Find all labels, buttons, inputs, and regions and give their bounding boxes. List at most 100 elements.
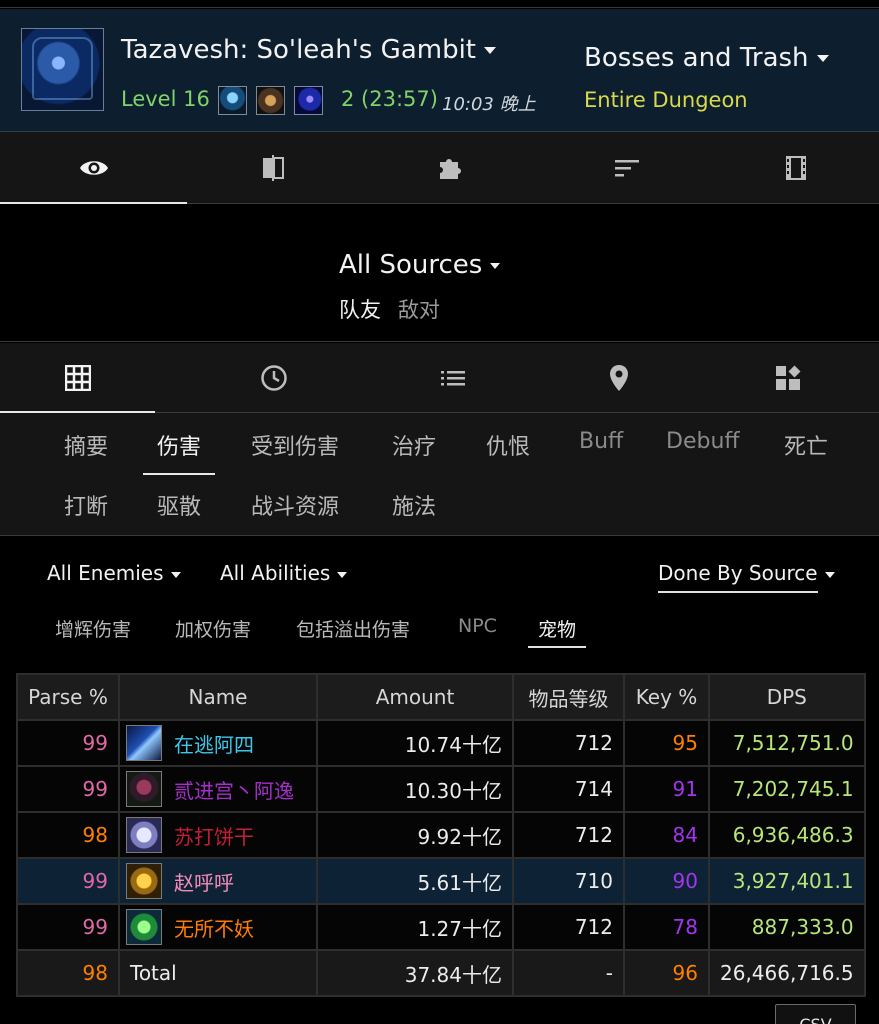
total-row: 98 Total 37.84十亿 - 96 26,466,716.5 [16, 949, 866, 997]
caret-down-icon [490, 262, 501, 269]
player-cell[interactable]: 赵呼呼 [118, 857, 318, 905]
key-value: 95 [623, 719, 710, 767]
dps-value: 26,466,716.5 [708, 949, 866, 997]
table-header-row: Parse % Name Amount 物品等级 Key % DPS [16, 673, 866, 721]
col-name[interactable]: Name [118, 673, 318, 721]
player-cell[interactable]: 在逃阿四 [118, 719, 318, 767]
list-icon [441, 371, 465, 386]
table-row[interactable]: 99 无所不妖 1.27十亿 712 78 887,333.0 [16, 903, 866, 951]
fight-dropdown[interactable]: Bosses and Trash [584, 43, 829, 73]
player-cell[interactable]: 贰进宫丶阿逸 [118, 765, 318, 813]
tab-damage-done[interactable]: 伤害 [142, 429, 216, 475]
parse-value: 99 [16, 765, 120, 813]
class-icon [126, 725, 162, 761]
key-level: Level 16 [121, 87, 210, 111]
top-border [0, 0, 879, 8]
player-name[interactable]: 赵呼呼 [174, 867, 234, 896]
enemies-dropdown[interactable]: All Enemies [47, 561, 181, 585]
tab-resources[interactable]: 战斗资源 [251, 489, 339, 521]
tab-compare[interactable] [187, 132, 359, 204]
table-row[interactable]: 99 贰进宫丶阿逸 10.30十亿 714 91 7,202,745.1 [16, 765, 866, 813]
parse-value: 98 [16, 949, 120, 997]
caret-down-icon [337, 571, 348, 578]
class-icon [126, 909, 162, 945]
player-cell[interactable]: 无所不妖 [118, 903, 318, 951]
abilities-dropdown[interactable]: All Abilities [220, 561, 348, 585]
filter-amplified-damage[interactable]: 增辉伤害 [55, 615, 131, 642]
affix-icon[interactable] [218, 86, 247, 115]
class-icon [126, 771, 162, 807]
player-name[interactable]: 在逃阿四 [174, 729, 254, 758]
col-key[interactable]: Key % [623, 673, 710, 721]
col-amount[interactable]: Amount [316, 673, 514, 721]
report-header: Tazavesh: So'leah's Gambit Level 16 2 (2… [0, 9, 879, 132]
tab-summary[interactable]: 摘要 [64, 429, 108, 461]
tab-healing[interactable]: 治疗 [392, 429, 436, 461]
tab-puzzle[interactable] [359, 132, 541, 204]
tab-buffs[interactable]: Buff [579, 429, 623, 454]
sources-label: All Sources [339, 250, 483, 280]
col-item-level[interactable]: 物品等级 [512, 673, 625, 721]
tab-threat[interactable]: 仇恨 [486, 429, 530, 461]
tab-casts[interactable]: 施法 [392, 489, 436, 521]
damage-table: Parse % Name Amount 物品等级 Key % DPS 99 在逃… [16, 673, 866, 997]
col-dps[interactable]: DPS [708, 673, 866, 721]
tab-view[interactable] [0, 132, 187, 205]
run-info: 2 (23:57) [341, 87, 438, 111]
dungeon-title-dropdown[interactable]: Tazavesh: So'leah's Gambit [121, 35, 496, 65]
player-name[interactable]: 无所不妖 [174, 913, 254, 942]
caret-down-icon [170, 571, 181, 578]
tab-replay[interactable] [513, 343, 725, 413]
amount-value: 1.27十亿 [316, 903, 514, 951]
parse-value: 99 [16, 903, 120, 951]
tab-dispels[interactable]: 驱散 [157, 489, 201, 521]
tab-sort[interactable] [541, 132, 713, 204]
report-type-tabs: 摘要 伤害 受到伤害 治疗 仇恨 Buff Debuff 死亡 打断 驱散 战斗… [0, 413, 879, 536]
col-parse[interactable]: Parse % [16, 673, 120, 721]
key-value: 91 [623, 765, 710, 813]
filter-include-overkill[interactable]: 包括溢出伤害 [296, 615, 410, 642]
dps-value: 7,202,745.1 [708, 765, 866, 813]
tab-damage-taken[interactable]: 受到伤害 [251, 429, 339, 461]
mode-dropdown[interactable]: Done By Source [658, 561, 835, 593]
sort-icon [615, 160, 639, 177]
tab-dashboard[interactable] [725, 343, 851, 413]
player-name[interactable]: 贰进宫丶阿逸 [174, 775, 294, 804]
parse-value: 99 [16, 719, 120, 767]
filter-pets[interactable]: 宠物 [527, 615, 587, 648]
caret-down-icon [484, 47, 496, 54]
filter-npc[interactable]: NPC [458, 615, 497, 637]
view-tab-bar [0, 132, 879, 205]
caret-down-icon [824, 571, 835, 578]
item-level-value: 710 [512, 857, 625, 905]
sources-dropdown[interactable]: All Sources [339, 250, 501, 280]
tab-timeline[interactable] [155, 343, 393, 413]
amount-value: 10.30十亿 [316, 765, 514, 813]
abilities-label: All Abilities [220, 561, 331, 585]
key-value: 78 [623, 903, 710, 951]
item-level-value: 712 [512, 719, 625, 767]
table-row[interactable]: 98 苏打饼干 9.92十亿 712 84 6,936,486.3 [16, 811, 866, 859]
table-row[interactable]: 99 在逃阿四 10.74十亿 712 95 7,512,751.0 [16, 719, 866, 767]
dps-value: 7,512,751.0 [708, 719, 866, 767]
tab-interrupts[interactable]: 打断 [64, 489, 108, 521]
hostile-toggle[interactable]: 敌对 [398, 294, 440, 324]
tab-film[interactable] [713, 132, 879, 204]
filter-weighted-damage[interactable]: 加权伤害 [175, 615, 251, 642]
dps-value: 887,333.0 [708, 903, 866, 951]
item-level-value: - [512, 949, 625, 997]
affix-icon[interactable] [256, 86, 285, 115]
friendly-toggle[interactable]: 队友 [339, 294, 381, 324]
key-value: 84 [623, 811, 710, 859]
affix-icon[interactable] [294, 86, 323, 115]
player-cell[interactable]: 苏打饼干 [118, 811, 318, 859]
player-name[interactable]: 苏打饼干 [174, 821, 254, 850]
amount-value: 10.74十亿 [316, 719, 514, 767]
table-row[interactable]: 99 赵呼呼 5.61十亿 710 90 3,927,401.1 [16, 857, 866, 905]
tab-debuffs[interactable]: Debuff [666, 429, 740, 454]
tab-events[interactable] [393, 343, 513, 413]
tab-deaths[interactable]: 死亡 [784, 429, 828, 461]
source-selector: All Sources 队友 敌对 [0, 204, 879, 342]
csv-button[interactable]: CSV [775, 1004, 856, 1024]
tab-table[interactable] [0, 343, 155, 414]
